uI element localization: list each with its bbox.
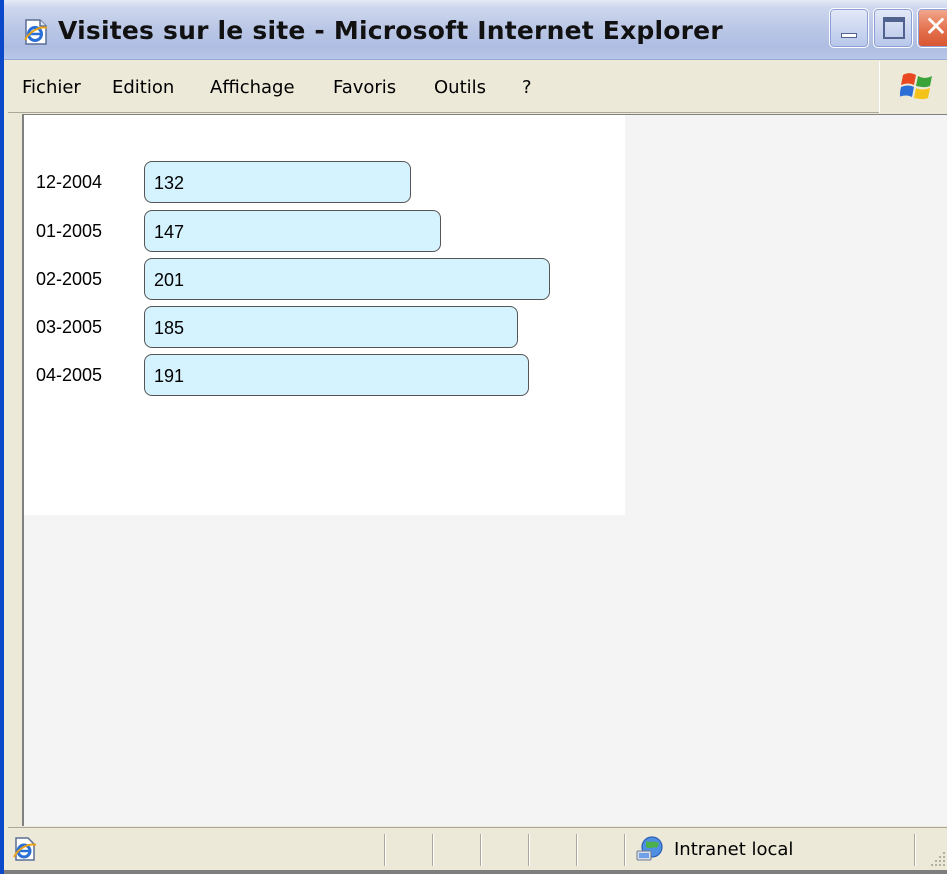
maximize-button[interactable] xyxy=(873,8,913,48)
status-bar: Intranet local xyxy=(8,827,947,870)
ie-page-icon xyxy=(12,836,38,866)
value-bar: 147 xyxy=(144,210,441,252)
status-divider xyxy=(528,834,530,866)
value-bar: 185 xyxy=(144,306,518,348)
security-zone-label: Intranet local xyxy=(674,839,794,860)
browser-viewport[interactable]: 12-2004 132 01-2005 147 02-2005 201 03-2… xyxy=(22,114,947,826)
row-value: 132 xyxy=(154,173,185,193)
menu-fichier[interactable]: Fichier xyxy=(22,75,81,101)
menu-help[interactable]: ? xyxy=(522,75,532,101)
window-left-edge xyxy=(8,114,22,826)
intranet-globe-icon xyxy=(634,834,666,868)
maximize-icon xyxy=(883,17,905,39)
ie-window: Visites sur le site - Microsoft Internet… xyxy=(0,0,947,874)
status-divider xyxy=(576,834,578,866)
status-divider xyxy=(624,834,626,866)
ie-page-icon xyxy=(22,18,50,46)
throbber xyxy=(879,61,947,113)
row-value: 185 xyxy=(154,318,185,338)
title-bar[interactable]: Visites sur le site - Microsoft Internet… xyxy=(4,0,947,60)
row-value: 147 xyxy=(154,222,185,242)
close-button[interactable]: ✕ xyxy=(917,8,947,48)
value-bar: 201 xyxy=(144,258,550,300)
value-bar: 191 xyxy=(144,354,529,396)
status-divider xyxy=(432,834,434,866)
menu-outils[interactable]: Outils xyxy=(434,75,486,101)
window-title: Visites sur le site - Microsoft Internet… xyxy=(58,16,723,45)
windows-logo-icon xyxy=(900,73,932,100)
close-icon: ✕ xyxy=(924,10,947,43)
row-value: 201 xyxy=(154,270,185,290)
row-date-label: 01-2005 xyxy=(36,221,103,241)
row-date-label: 03-2005 xyxy=(36,317,103,337)
menu-affichage[interactable]: Affichage xyxy=(210,75,295,101)
resize-grip-icon[interactable] xyxy=(929,850,947,868)
status-divider xyxy=(914,834,916,866)
row-date-label: 12-2004 xyxy=(36,172,103,192)
menu-favoris[interactable]: Favoris xyxy=(333,75,396,101)
minimize-button[interactable] xyxy=(829,8,869,48)
minimize-icon xyxy=(841,33,857,38)
menu-bar: Fichier Edition Affichage Favoris Outils… xyxy=(8,61,947,113)
status-divider xyxy=(480,834,482,866)
row-date-label: 04-2005 xyxy=(36,365,103,385)
window-bottom-edge xyxy=(4,870,947,874)
page-body: 12-2004 132 01-2005 147 02-2005 201 03-2… xyxy=(24,115,625,515)
value-bar: 132 xyxy=(144,161,411,203)
menu-edition[interactable]: Edition xyxy=(112,75,174,101)
row-value: 191 xyxy=(154,366,185,386)
status-divider xyxy=(384,834,386,866)
row-date-label: 02-2005 xyxy=(36,269,103,289)
